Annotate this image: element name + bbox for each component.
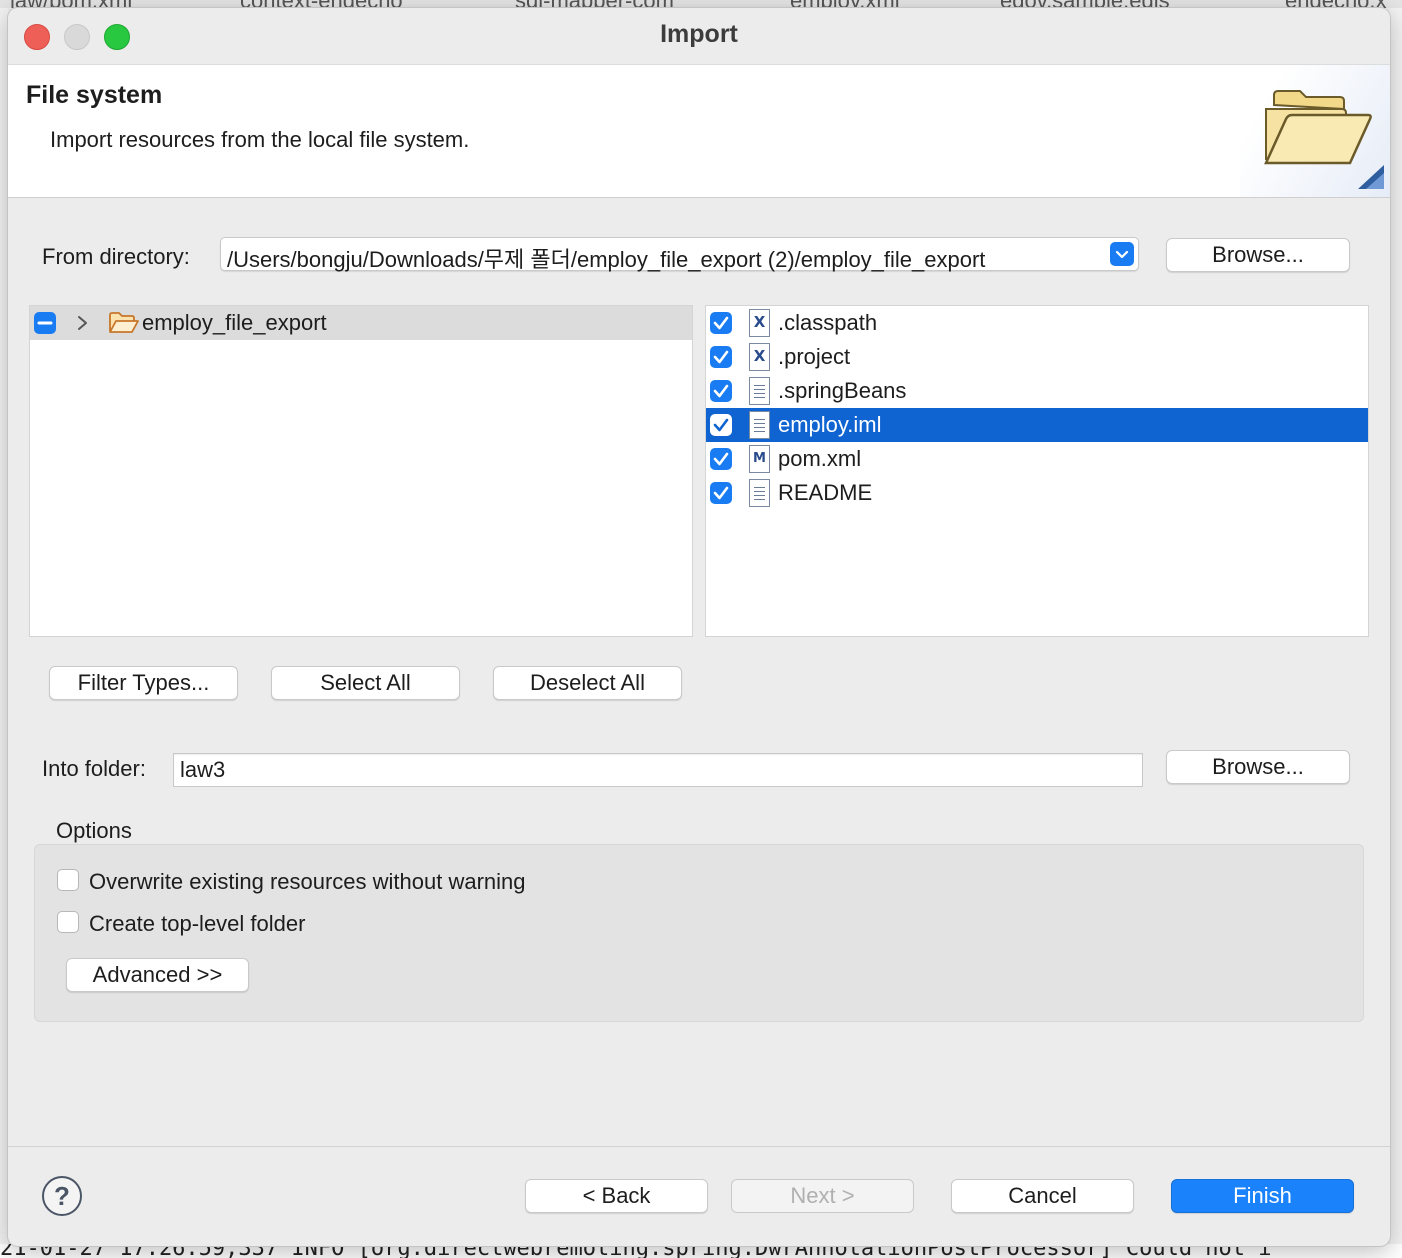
file-checkbox[interactable] [710, 312, 732, 334]
browse-directory-button[interactable]: Browse... [1166, 238, 1350, 272]
cancel-button[interactable]: Cancel [951, 1179, 1134, 1213]
create-top-level-checkbox[interactable] [57, 911, 79, 933]
import-dialog: Import File system Import resources from… [8, 8, 1390, 1246]
file-name: README [778, 480, 873, 505]
filter-types-button[interactable]: Filter Types... [49, 666, 238, 700]
tree-item-checkbox[interactable] [34, 312, 56, 334]
text-file-icon [749, 377, 770, 405]
background-console-left [0, 8, 8, 1258]
text-file-icon [749, 479, 770, 507]
overwrite-label[interactable]: Overwrite existing resources without war… [89, 869, 526, 895]
dialog-title: Import [660, 20, 738, 48]
xml-file-icon: X [749, 309, 770, 337]
background-tab: employ.xml [790, 0, 900, 8]
from-directory-combo[interactable]: /Users/bongju/Downloads/무제 폴더/employ_fil… [220, 237, 1139, 272]
from-directory-label: From directory: [42, 244, 190, 269]
back-button[interactable]: < Back [525, 1179, 708, 1213]
select-all-button[interactable]: Select All [271, 666, 460, 700]
file-name: employ.iml [778, 412, 882, 437]
file-checkbox[interactable] [710, 448, 732, 470]
help-icon[interactable]: ? [42, 1176, 82, 1216]
file-list-item[interactable]: X .classpath [706, 306, 1368, 340]
tree-item-employ-file-export[interactable]: employ_file_export [30, 306, 692, 340]
folder-icon [109, 312, 139, 333]
create-top-level-label[interactable]: Create top-level folder [89, 911, 305, 937]
from-directory-value: /Users/bongju/Downloads/무제 폴더/employ_fil… [227, 247, 986, 272]
console-log-line: 21-01-27 17:26:59,337 INFO [org.directwe… [0, 1244, 1272, 1258]
options-heading: Options [56, 818, 132, 843]
background-tab: egov.sample.egis [1000, 0, 1170, 8]
into-folder-input[interactable] [180, 756, 1120, 784]
tree-item-label: employ_file_export [142, 310, 327, 335]
text-file-icon [749, 411, 770, 439]
background-tab: sql-mapper-com [515, 0, 674, 8]
file-checkbox[interactable] [710, 414, 732, 436]
into-folder-label: Into folder: [42, 756, 146, 781]
finish-button[interactable]: Finish [1171, 1179, 1354, 1213]
file-name: .springBeans [778, 378, 907, 403]
file-name: .project [778, 344, 851, 369]
chevron-down-icon[interactable] [1110, 242, 1134, 266]
file-checkbox[interactable] [710, 482, 732, 504]
advanced-button[interactable]: Advanced >> [66, 958, 249, 992]
next-button[interactable]: Next > [731, 1179, 914, 1213]
background-tab: endecho.x [1285, 0, 1387, 8]
file-list-item[interactable]: M pom.xml [706, 442, 1368, 476]
file-list-item[interactable]: README [706, 476, 1368, 510]
into-folder-field[interactable] [173, 753, 1143, 787]
wizard-page-description: Import resources from the local file sys… [50, 127, 470, 152]
wizard-page-title: File system [26, 81, 163, 109]
browse-folder-button[interactable]: Browse... [1166, 750, 1350, 784]
background-tab: context-endecho [240, 0, 403, 8]
background-tab: law/pom.xml [10, 0, 132, 8]
file-checkbox[interactable] [710, 346, 732, 368]
overwrite-checkbox[interactable] [57, 869, 79, 891]
file-list-item[interactable]: .springBeans [706, 374, 1368, 408]
file-list-item-selected[interactable]: employ.iml [706, 408, 1368, 442]
folder-open-icon [1264, 90, 1384, 189]
title-bar: Import [8, 8, 1390, 64]
chevron-right-icon[interactable] [74, 313, 90, 333]
background-editor-tabs: law/pom.xml context-endecho sql-mapper-c… [0, 0, 1402, 8]
file-name: .classpath [778, 310, 878, 335]
folder-tree: employ_file_export [29, 305, 693, 637]
xml-file-icon: X [749, 343, 770, 371]
file-list: X .classpath X .project .springBeans emp… [705, 305, 1369, 637]
file-checkbox[interactable] [710, 380, 732, 402]
options-group: Overwrite existing resources without war… [34, 844, 1364, 1022]
maven-file-icon: M [749, 445, 770, 473]
footer-separator [8, 1146, 1390, 1147]
background-console-log: 21-01-27 17:26:59,337 INFO [org.directwe… [0, 1244, 1402, 1258]
wizard-banner: File system Import resources from the lo… [8, 64, 1390, 198]
background-console-right [1390, 8, 1402, 1258]
deselect-all-button[interactable]: Deselect All [493, 666, 682, 700]
banner-graphic [1240, 65, 1390, 197]
file-name: pom.xml [778, 446, 862, 471]
file-list-item[interactable]: X .project [706, 340, 1368, 374]
